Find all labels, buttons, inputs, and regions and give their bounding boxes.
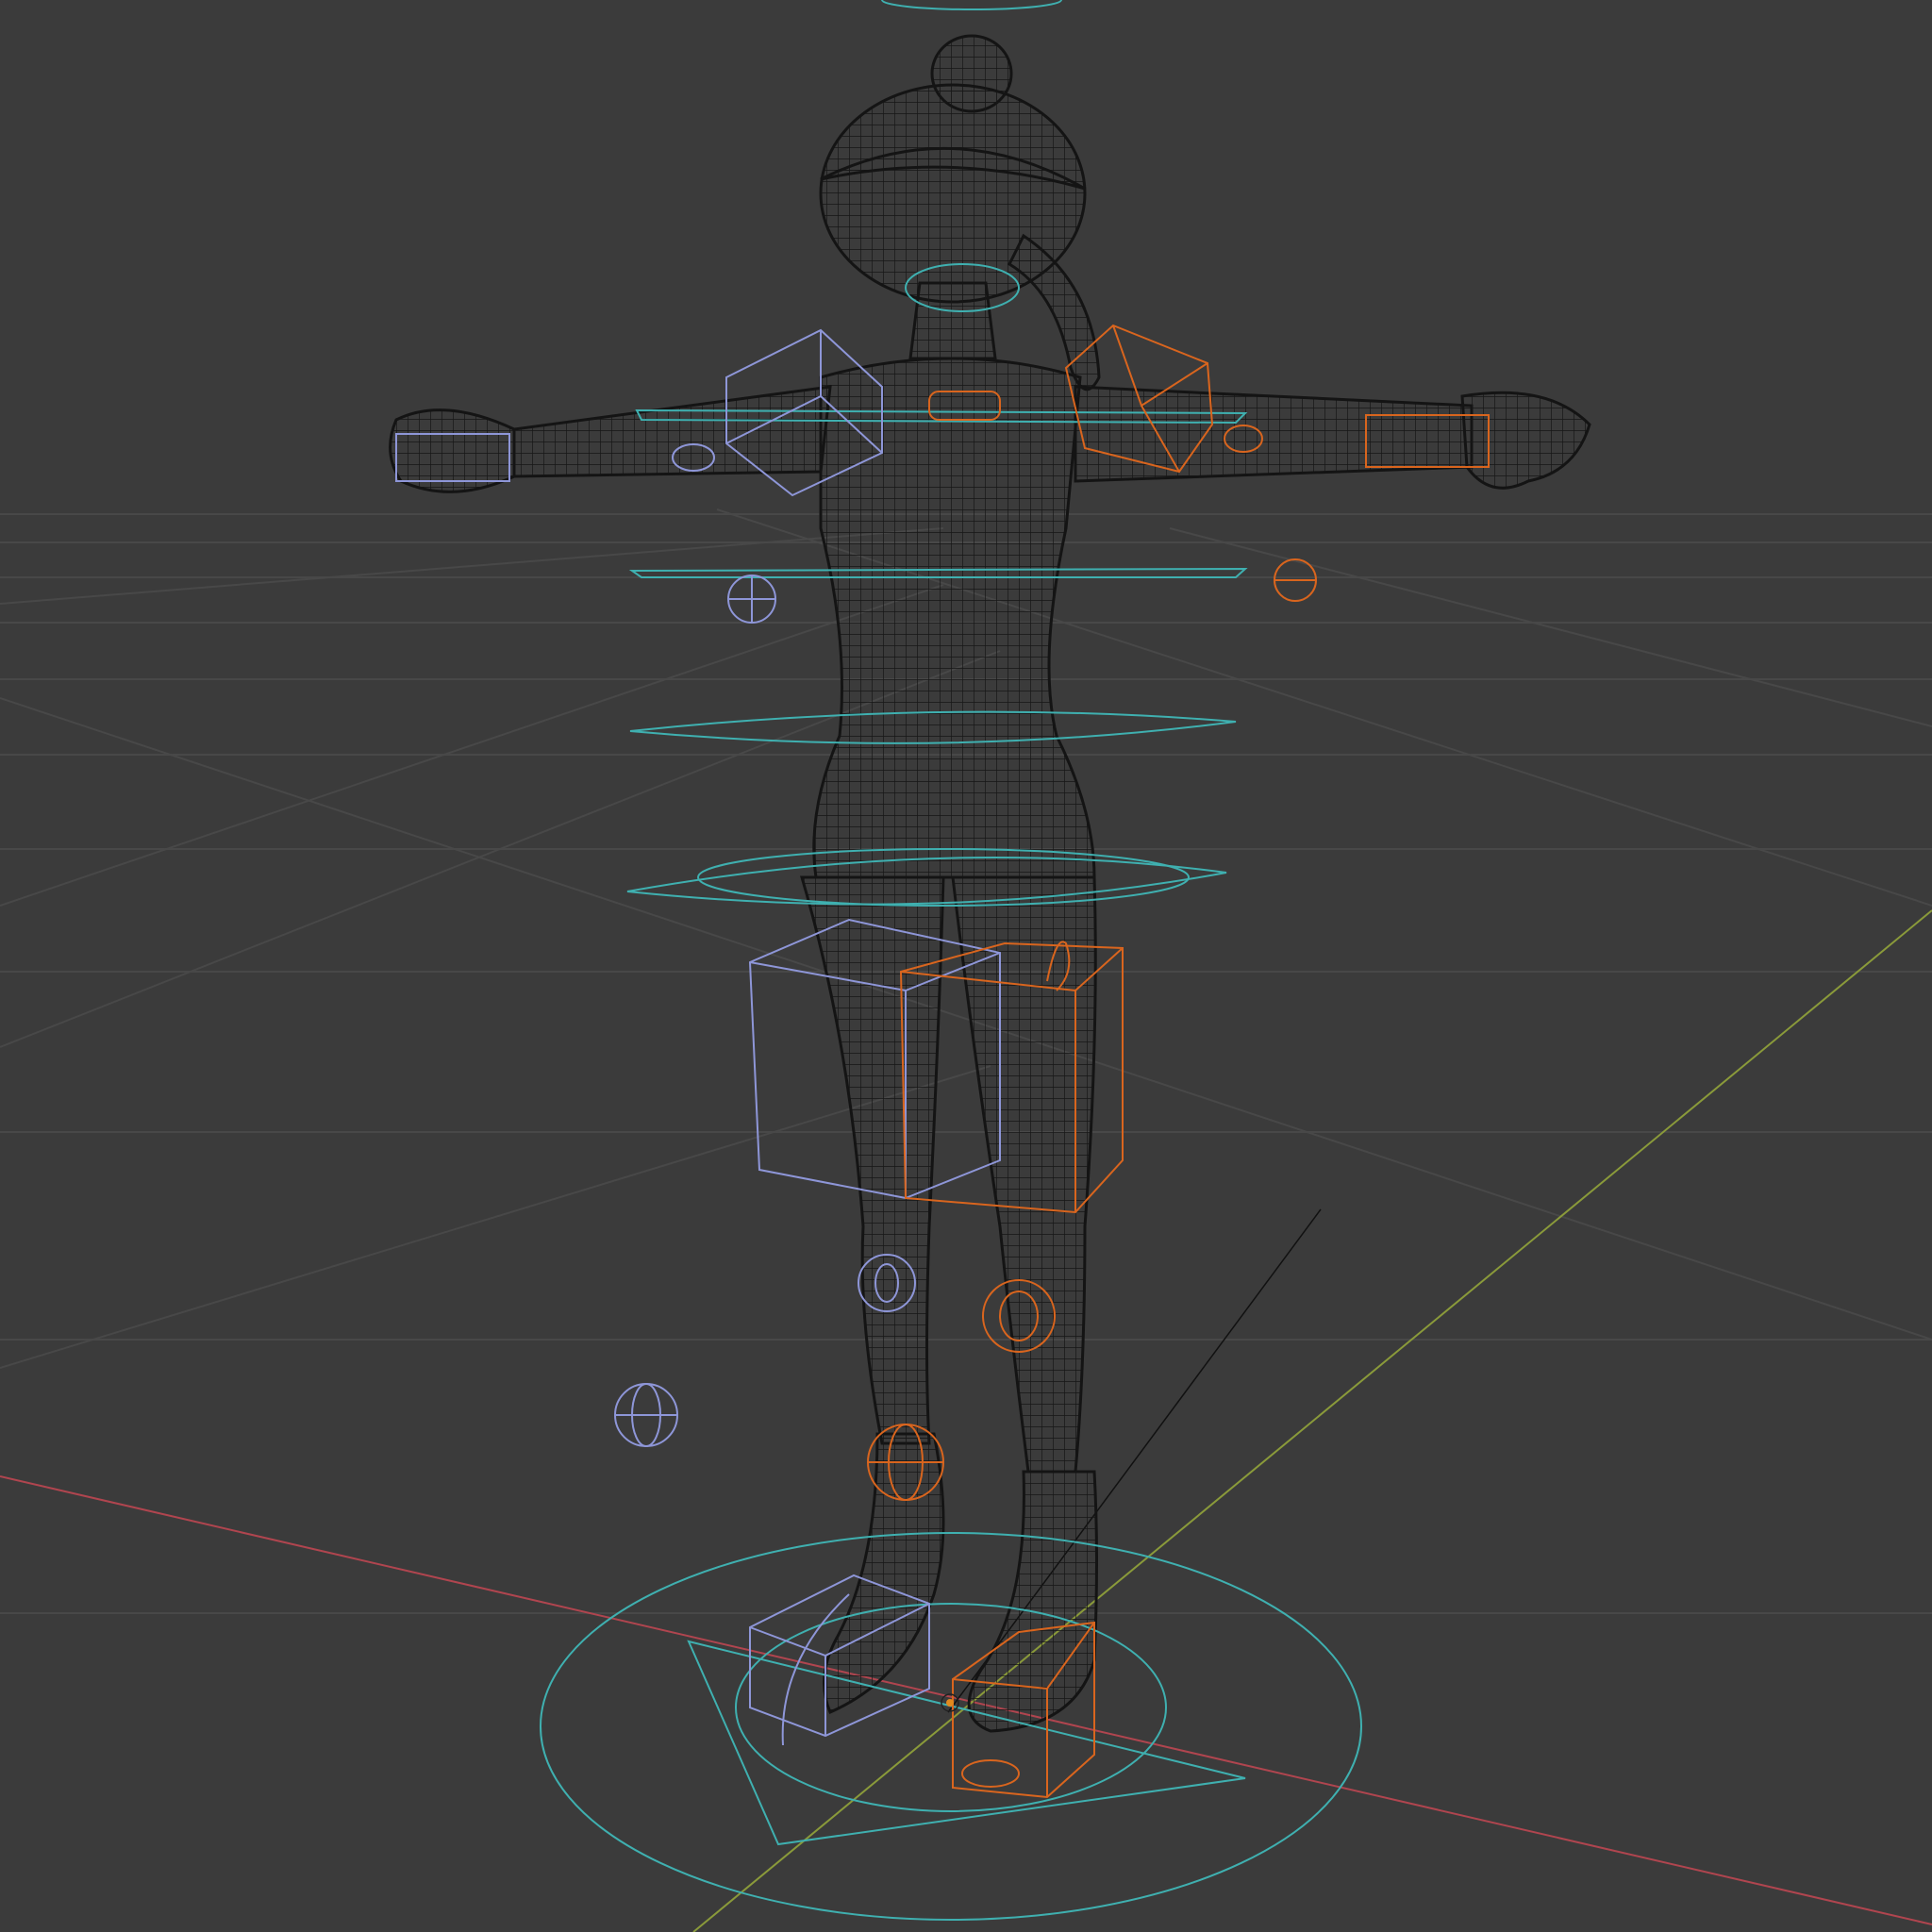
neck — [908, 281, 997, 360]
3d-viewport[interactable] — [0, 0, 1932, 1932]
left-elbow-pole-control[interactable] — [727, 575, 776, 624]
viewport-canvas[interactable] — [0, 0, 1932, 1932]
left-hand — [389, 408, 516, 493]
torso — [812, 357, 1096, 879]
